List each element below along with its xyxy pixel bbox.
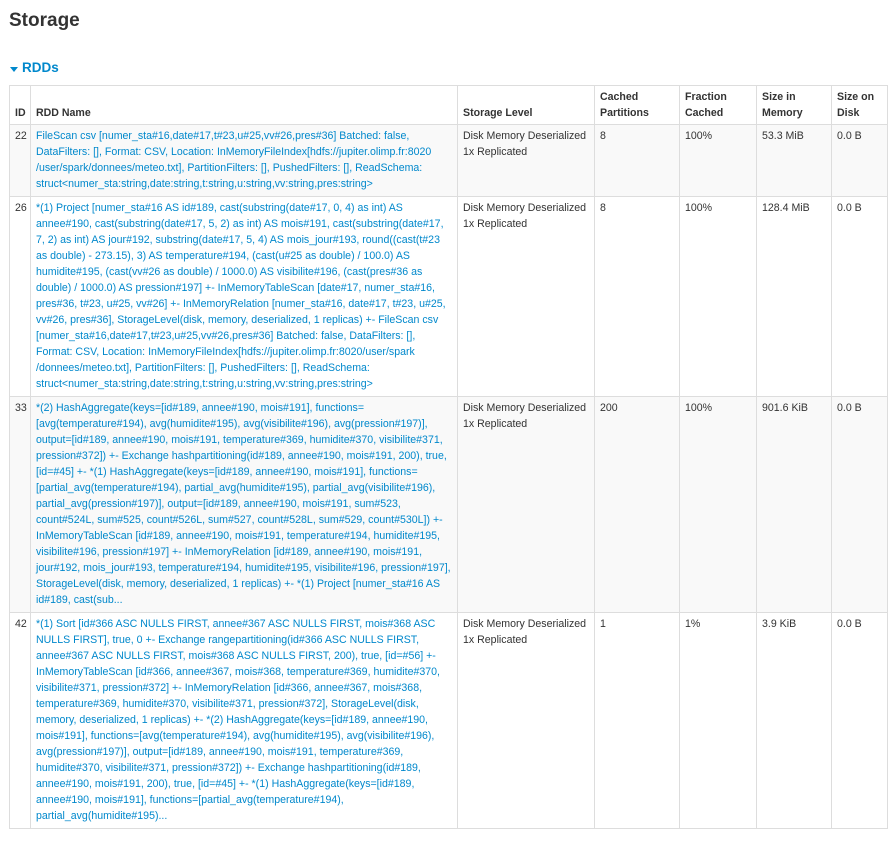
cell-cached-partitions: 200 (594, 396, 680, 613)
cell-storage-level: Disk Memory Deserialized 1x Replicated (457, 124, 595, 197)
header-fraction-cached[interactable]: Fraction Cached (679, 85, 757, 125)
cell-rdd-name: *(2) HashAggregate(keys=[id#189, annee#1… (30, 396, 458, 613)
cell-storage-level: Disk Memory Deserialized 1x Replicated (457, 196, 595, 397)
header-row: ID RDD Name Storage Level Cached Partitio… (9, 85, 888, 125)
rdd-table: ID RDD Name Storage Level Cached Partitio… (9, 85, 888, 829)
cell-size-on-disk: 0.0 B (831, 196, 888, 397)
table-header: ID RDD Name Storage Level Cached Partitio… (9, 85, 888, 125)
cell-size-in-memory: 901.6 KiB (756, 396, 832, 613)
storage-level-line: Disk Memory Deserialized (463, 402, 587, 414)
cell-cached-partitions: 8 (594, 196, 680, 397)
cell-size-on-disk: 0.0 B (831, 124, 888, 197)
cell-rdd-name: FileScan csv [numer_sta#16,date#17,t#23,… (30, 124, 458, 197)
cell-fraction-cached: 100% (679, 196, 757, 397)
cell-storage-level: Disk Memory Deserialized 1x Replicated (457, 612, 595, 829)
cell-rdd-name: *(1) Project [numer_sta#16 AS id#189, ca… (30, 196, 458, 397)
cell-size-on-disk: 0.0 B (831, 612, 888, 829)
page-title: Storage (9, 10, 80, 31)
cell-size-in-memory: 3.9 KiB (756, 612, 832, 829)
table-row: 26 *(1) Project [numer_sta#16 AS id#189,… (9, 196, 888, 397)
table-body: 22 FileScan csv [numer_sta#16,date#17,t#… (9, 124, 888, 829)
cell-size-in-memory: 53.3 MiB (756, 124, 832, 197)
cell-storage-level: Disk Memory Deserialized 1x Replicated (457, 396, 595, 613)
table-row: 33 *(2) HashAggregate(keys=[id#189, anne… (9, 396, 888, 613)
storage-page: Storage RDDs ID RDD Name Storage Level C… (0, 0, 895, 829)
rdd-name-link[interactable]: *(1) Sort [id#366 ASC NULLS FIRST, annee… (36, 618, 440, 822)
storage-level-line: Disk Memory Deserialized (463, 618, 587, 630)
rdds-section-label: RDDs (22, 60, 59, 75)
table-row: 42 *(1) Sort [id#366 ASC NULLS FIRST, an… (9, 612, 888, 829)
cell-id: 26 (9, 196, 31, 397)
rdd-name-link[interactable]: *(2) HashAggregate(keys=[id#189, annee#1… (36, 402, 451, 606)
cell-fraction-cached: 100% (679, 396, 757, 613)
replication-line: 1x Replicated (463, 634, 528, 646)
replication-line: 1x Replicated (463, 218, 528, 230)
header-size-on-disk[interactable]: Size on Disk (831, 85, 888, 125)
header-size-in-memory[interactable]: Size in Memory (756, 85, 832, 125)
rdd-name-link[interactable]: *(1) Project [numer_sta#16 AS id#189, ca… (36, 202, 446, 390)
cell-cached-partitions: 8 (594, 124, 680, 197)
cell-id: 33 (9, 396, 31, 613)
cell-rdd-name: *(1) Sort [id#366 ASC NULLS FIRST, annee… (30, 612, 458, 829)
replication-line: 1x Replicated (463, 418, 528, 430)
cell-id: 42 (9, 612, 31, 829)
rdds-section-toggle[interactable]: RDDs (9, 60, 886, 76)
header-rdd-name[interactable]: RDD Name (30, 85, 458, 125)
header-storage-level[interactable]: Storage Level (457, 85, 595, 125)
rdd-name-link[interactable]: FileScan csv [numer_sta#16,date#17,t#23,… (36, 130, 431, 190)
storage-level-line: Disk Memory Deserialized (463, 202, 587, 214)
cell-fraction-cached: 100% (679, 124, 757, 197)
header-id[interactable]: ID (9, 85, 31, 125)
cell-cached-partitions: 1 (594, 612, 680, 829)
header-cached-partitions[interactable]: Cached Partitions (594, 85, 680, 125)
cell-id: 22 (9, 124, 31, 197)
cell-size-in-memory: 128.4 MiB (756, 196, 832, 397)
cell-size-on-disk: 0.0 B (831, 396, 888, 613)
replication-line: 1x Replicated (463, 146, 528, 158)
caret-down-icon (10, 66, 18, 72)
storage-level-line: Disk Memory Deserialized (463, 130, 587, 142)
table-row: 22 FileScan csv [numer_sta#16,date#17,t#… (9, 124, 888, 197)
cell-fraction-cached: 1% (679, 612, 757, 829)
